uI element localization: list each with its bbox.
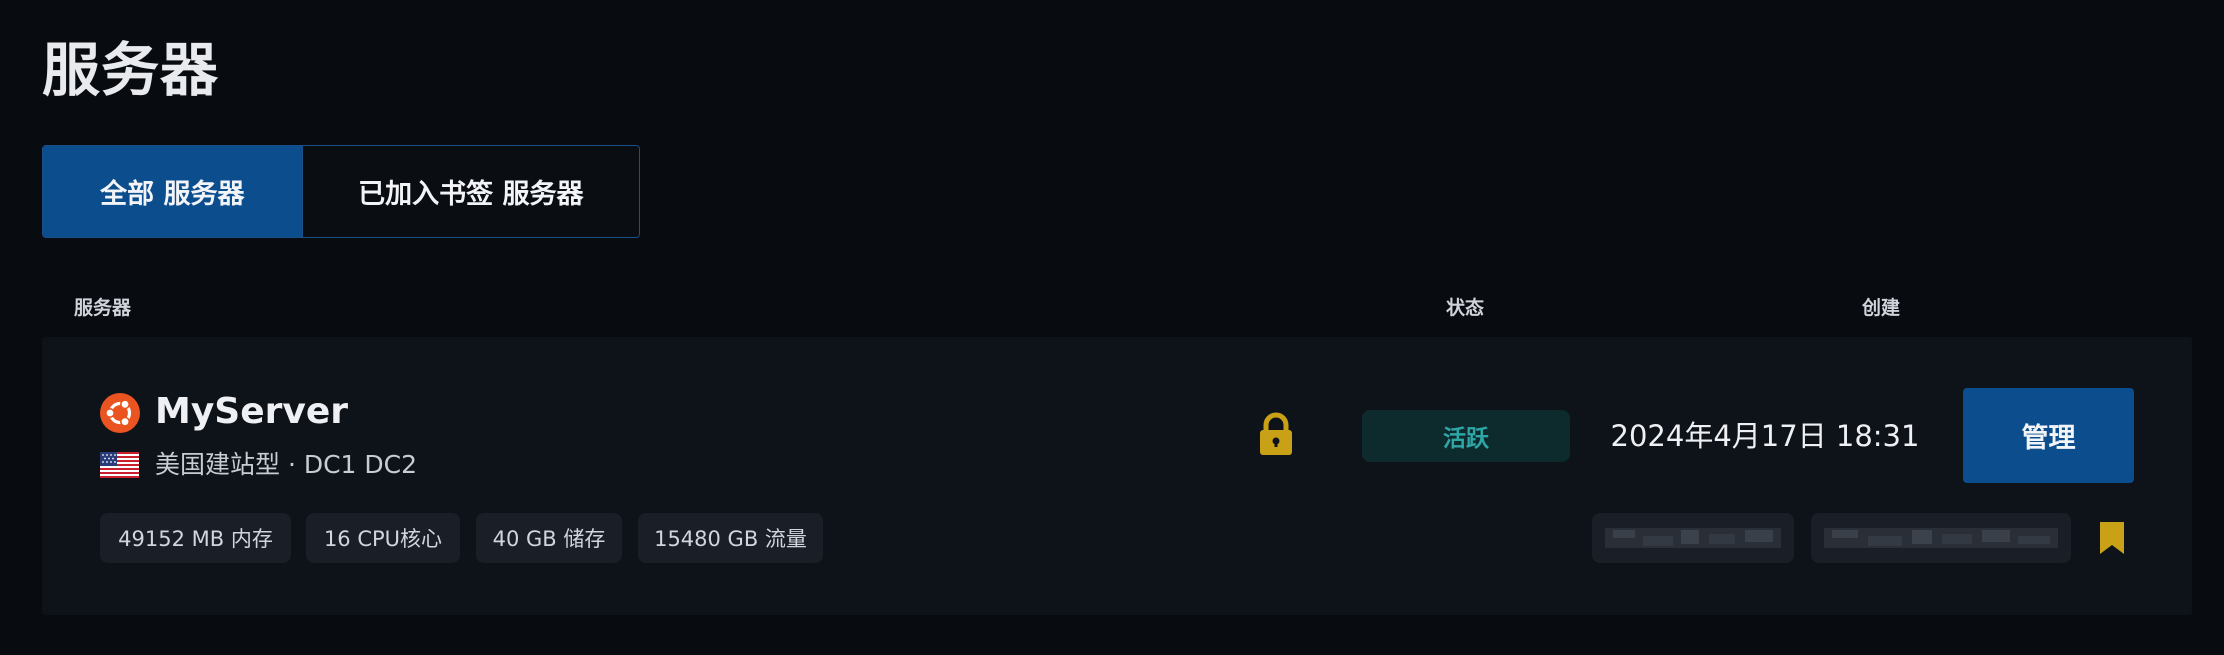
- column-header-status[interactable]: 状态: [1446, 293, 1484, 320]
- redacted-text: [1824, 528, 2058, 548]
- page-title: 服务器: [42, 36, 220, 104]
- bookmark-icon[interactable]: [2098, 520, 2126, 556]
- spec-chip-storage: 40 GB 储存: [476, 513, 622, 563]
- column-header-created[interactable]: 创建: [1862, 293, 1900, 320]
- column-header-server[interactable]: 服务器: [74, 293, 131, 320]
- spec-chip-bandwidth: 15480 GB 流量: [638, 513, 823, 563]
- manage-button[interactable]: 管理: [1963, 388, 2134, 483]
- status-badge: 活跃: [1362, 410, 1570, 462]
- spec-chip-cpu: 16 CPU核心: [306, 513, 460, 563]
- tab-all-servers[interactable]: 全部 服务器: [43, 146, 302, 237]
- redacted-text: [1605, 528, 1781, 548]
- spec-chip-memory: 49152 MB 内存: [100, 513, 291, 563]
- us-flag-icon: [100, 452, 139, 478]
- server-filter-tabs: 全部 服务器 已加入书签 服务器: [42, 145, 640, 238]
- created-datetime: 2024年4月17日 18:31: [1610, 419, 1920, 453]
- tab-bookmarked-servers[interactable]: 已加入书签 服务器: [301, 146, 639, 237]
- lock-icon: [1260, 412, 1292, 455]
- ipv6-address-chip[interactable]: [1811, 513, 2071, 563]
- server-name[interactable]: MyServer: [155, 388, 348, 436]
- ubuntu-icon: [100, 393, 140, 433]
- ipv4-address-chip[interactable]: [1592, 513, 1794, 563]
- server-location: 美国建站型 · DC1 DC2: [155, 450, 418, 479]
